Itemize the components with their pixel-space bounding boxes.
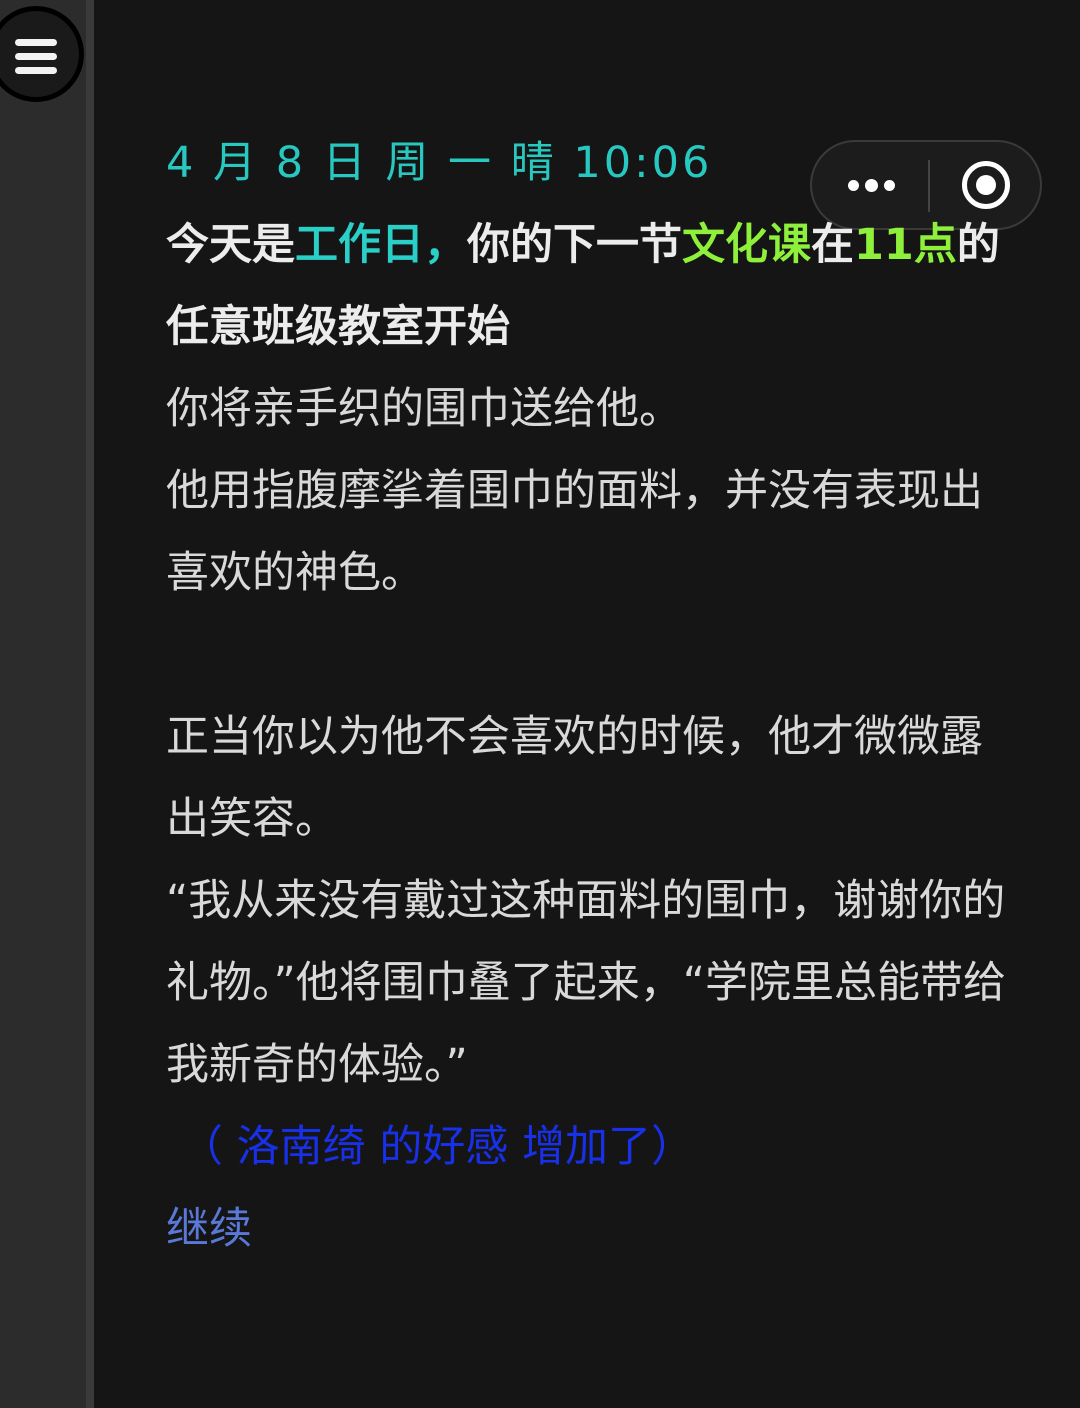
affection-notice: （ 洛南绮 的好感 增加了） [180,1122,695,1172]
day-type: 工作日 [295,220,424,270]
date-weather-time: 4 月 8 日 周 一 晴 10:06 [166,138,713,188]
hamburger-menu-icon [15,39,57,79]
story-paragraph: 你将亲手织的围巾送给他。 [166,384,682,434]
continue-link[interactable]: 继续 [166,1188,1016,1270]
sidebar [0,0,94,1408]
story-paragraph: 他用指腹摩挲着围巾的面料，并没有表现出喜欢的神色。 [166,466,983,598]
schedule-headline: 今天是工作日，你的下一节文化课在11点的任意班级教室开始 [166,220,1000,352]
story-dialogue: “我从来没有戴过这种面料的围巾，谢谢你的礼物。”他将围巾叠了起来，“学院里总能带… [166,876,1007,1090]
story-paragraph: 正当你以为他不会喜欢的时候，他才微微露出笑容。 [166,712,983,844]
class-name: 文化课 [682,220,811,270]
story-content: 4 月 8 日 周 一 晴 10:06 今天是工作日，你的下一节文化课在11点的… [166,122,1016,1270]
class-time: 11点 [854,220,957,270]
